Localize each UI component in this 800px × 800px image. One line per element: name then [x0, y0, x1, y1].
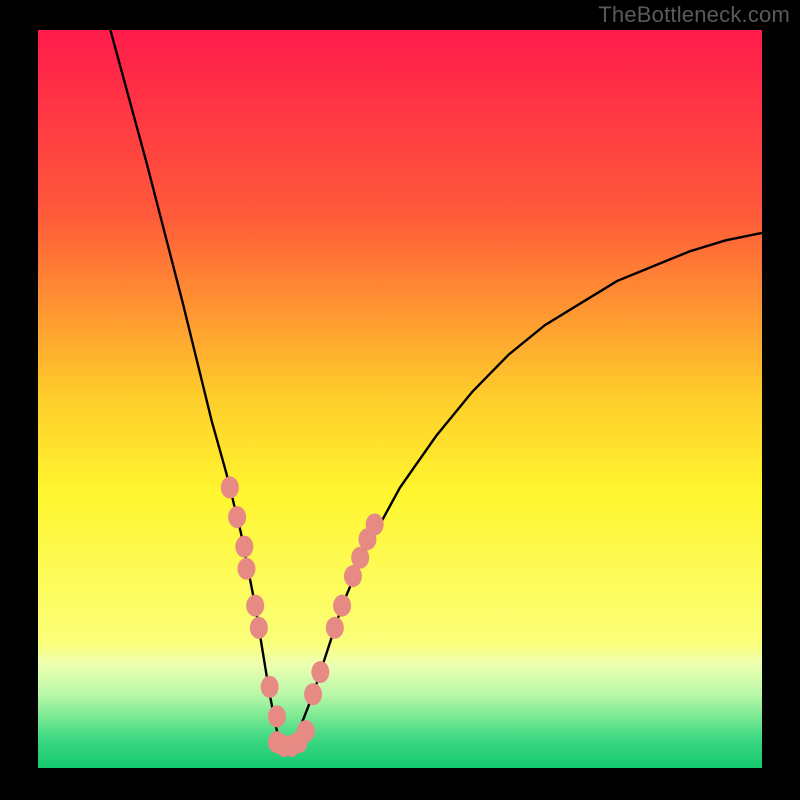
curve-markers: [221, 477, 384, 757]
marker-left: [268, 705, 286, 727]
marker-left: [235, 536, 253, 558]
marker-left: [250, 617, 268, 639]
watermark-text: TheBottleneck.com: [598, 2, 790, 28]
marker-left: [228, 506, 246, 528]
marker-left: [238, 558, 256, 580]
plot-area: [38, 30, 762, 768]
marker-right: [304, 683, 322, 705]
marker-bottom: [297, 720, 315, 742]
curve-layer: [38, 30, 762, 768]
bottleneck-curve: [110, 30, 762, 746]
marker-left: [261, 676, 279, 698]
marker-right: [326, 617, 344, 639]
chart-frame: TheBottleneck.com: [0, 0, 800, 800]
marker-right: [333, 595, 351, 617]
marker-left: [246, 595, 264, 617]
marker-right: [311, 661, 329, 683]
marker-right: [366, 513, 384, 535]
marker-left: [221, 477, 239, 499]
